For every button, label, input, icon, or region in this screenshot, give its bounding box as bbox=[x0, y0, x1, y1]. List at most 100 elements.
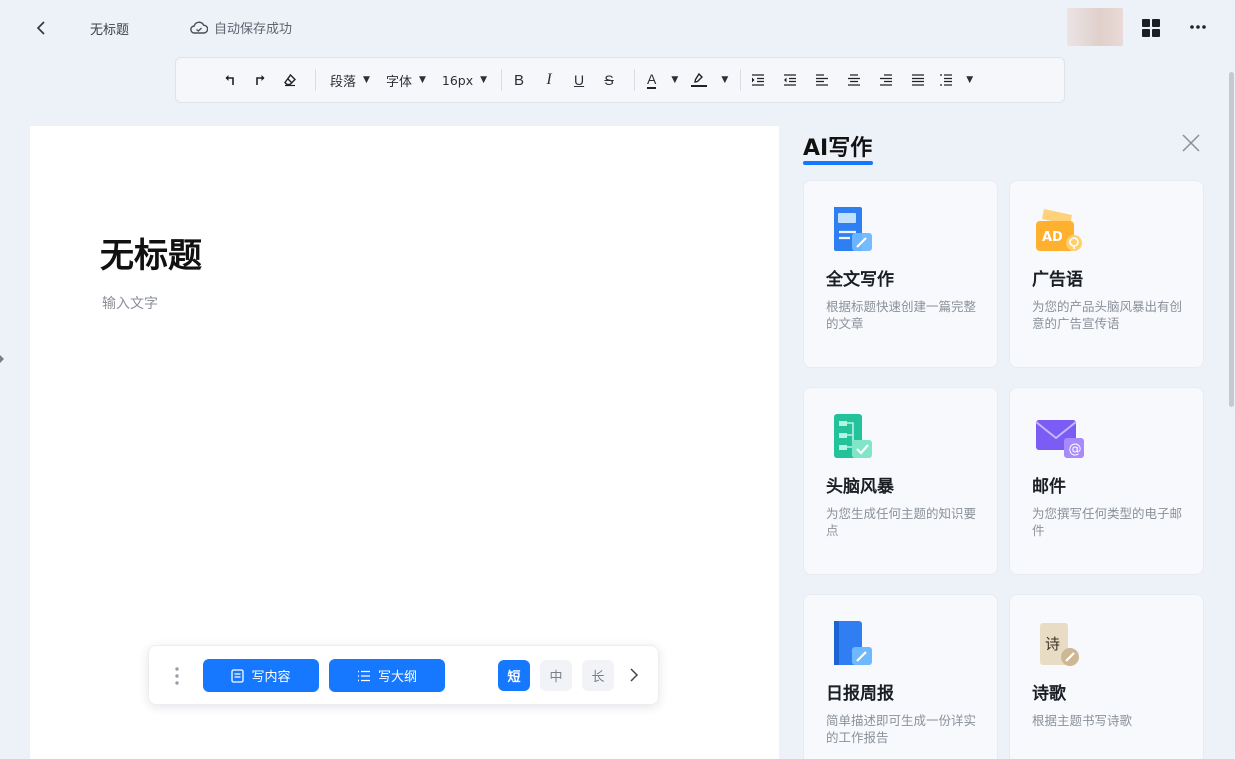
clear-format-button[interactable] bbox=[279, 66, 301, 94]
caret-down-icon: ▼ bbox=[363, 75, 370, 85]
ai-card-full-article[interactable]: 全文写作 根据标题快速创建一篇完整的文章 bbox=[803, 180, 998, 368]
card-description: 为您的产品头脑风暴出有创意的广告宣传语 bbox=[1032, 299, 1183, 331]
align-justify-icon bbox=[912, 74, 925, 86]
caret-down-icon: ▼ bbox=[418, 75, 426, 85]
ai-assist-bar: 写内容 写大纲 短 中 长 bbox=[148, 645, 659, 705]
length-short-button[interactable]: 短 bbox=[498, 660, 530, 691]
poem-scroll-icon: 诗 bbox=[1040, 623, 1079, 666]
toolbar-divider bbox=[501, 69, 503, 91]
ai-card-brainstorm[interactable]: 头脑风暴 为您生成任何主题的知识要点 bbox=[803, 387, 998, 575]
redo-button[interactable] bbox=[249, 66, 271, 94]
caret-down-icon: ▼ bbox=[721, 75, 729, 85]
grid-icon bbox=[1142, 19, 1160, 37]
align-center-icon bbox=[848, 74, 861, 86]
chevron-right-icon bbox=[630, 668, 639, 682]
document-name[interactable]: 无标题 bbox=[90, 19, 129, 38]
outdent-button[interactable] bbox=[779, 66, 801, 94]
align-left-button[interactable] bbox=[811, 66, 833, 94]
italic-button[interactable]: I bbox=[538, 66, 560, 94]
align-right-icon bbox=[880, 74, 893, 86]
highlighter-icon bbox=[691, 72, 708, 87]
vertical-dots-icon bbox=[175, 667, 179, 685]
card-description: 为您生成任何主题的知识要点 bbox=[826, 506, 977, 538]
collapse-handle-icon[interactable] bbox=[0, 355, 4, 363]
font-size-select[interactable]: 16px ▼ bbox=[442, 66, 487, 94]
underline-label: U bbox=[573, 72, 585, 88]
length-long-button[interactable]: 长 bbox=[582, 660, 614, 691]
eraser-icon bbox=[284, 73, 296, 87]
highlight-color-select[interactable]: ▼ bbox=[690, 66, 728, 94]
document-icon bbox=[231, 668, 245, 683]
save-status: 自动保存成功 bbox=[190, 18, 292, 37]
font-select[interactable]: 字体 ▼ bbox=[386, 66, 426, 94]
caret-down-icon: ▼ bbox=[671, 75, 679, 85]
length-medium-button[interactable]: 中 bbox=[540, 660, 572, 691]
card-title: 头脑风暴 bbox=[826, 477, 894, 497]
ai-card-report[interactable]: 日报周报 简单描述即可生成一份详实的工作报告 bbox=[803, 594, 998, 759]
apps-button[interactable] bbox=[1141, 18, 1161, 38]
card-title: 邮件 bbox=[1032, 477, 1066, 497]
card-title: 广告语 bbox=[1032, 270, 1083, 290]
svg-text:@: @ bbox=[1069, 442, 1082, 457]
caret-down-icon: ▼ bbox=[480, 75, 488, 85]
close-panel-button[interactable] bbox=[1181, 133, 1201, 153]
card-description: 根据主题书写诗歌 bbox=[1032, 713, 1133, 728]
write-outline-button[interactable]: 写大纲 bbox=[329, 659, 445, 692]
card-description: 简单描述即可生成一份详实的工作报告 bbox=[826, 713, 977, 745]
indent-icon bbox=[752, 74, 765, 86]
back-button[interactable] bbox=[30, 16, 52, 40]
avatar[interactable] bbox=[1067, 8, 1123, 46]
ai-card-email[interactable]: @ 邮件 为您撰写任何类型的电子邮件 bbox=[1009, 387, 1204, 575]
bold-button[interactable]: B bbox=[508, 66, 530, 94]
undo-button[interactable] bbox=[219, 66, 241, 94]
panel-title: AI写作 bbox=[803, 136, 873, 161]
font-size-label: 16px bbox=[441, 72, 474, 88]
italic-label: I bbox=[546, 71, 552, 88]
card-description: 根据标题快速创建一篇完整的文章 bbox=[826, 299, 977, 331]
line-spacing-select[interactable]: ▼ bbox=[939, 66, 973, 94]
card-title: 诗歌 bbox=[1032, 684, 1066, 704]
font-label: 字体 bbox=[385, 74, 412, 90]
strikethrough-button[interactable]: S bbox=[598, 66, 620, 94]
font-color-select[interactable]: A ▼ bbox=[647, 66, 678, 94]
align-right-button[interactable] bbox=[875, 66, 897, 94]
bold-label: B bbox=[514, 71, 525, 89]
format-toolbar: 段落 ▼ 字体 ▼ 16px ▼ B I U S A ▼ ▼ ▼ bbox=[175, 57, 1065, 103]
underline-button[interactable]: U bbox=[568, 66, 590, 94]
more-dots-icon bbox=[1190, 25, 1206, 29]
more-button[interactable] bbox=[1187, 16, 1209, 38]
length-medium-label: 中 bbox=[549, 670, 563, 685]
ai-card-poetry[interactable]: 诗 诗歌 根据主题书写诗歌 bbox=[1009, 594, 1204, 759]
write-content-label: 写内容 bbox=[251, 670, 291, 685]
scrollbar-thumb[interactable] bbox=[1229, 72, 1234, 407]
chevron-left-icon bbox=[36, 21, 45, 35]
line-spacing-icon bbox=[940, 74, 953, 86]
ad-icon: AD bbox=[1036, 209, 1082, 251]
drag-handle[interactable] bbox=[172, 664, 182, 688]
document-edit-icon bbox=[834, 207, 872, 251]
ai-card-slogan[interactable]: AD 广告语 为您的产品头脑风暴出有创意的广告宣传语 bbox=[1009, 180, 1204, 368]
card-title: 全文写作 bbox=[826, 270, 894, 290]
document-body-placeholder[interactable]: 输入文字 bbox=[102, 293, 158, 313]
report-book-icon bbox=[834, 621, 872, 665]
paragraph-select[interactable]: 段落 ▼ bbox=[330, 66, 370, 94]
list-icon bbox=[357, 670, 370, 681]
align-center-button[interactable] bbox=[843, 66, 865, 94]
toolbar-divider bbox=[740, 69, 742, 91]
svg-text:AD: AD bbox=[1042, 230, 1063, 245]
card-description: 为您撰写任何类型的电子邮件 bbox=[1032, 506, 1183, 538]
document-title[interactable]: 无标题 bbox=[100, 228, 202, 277]
strikethrough-label: S bbox=[604, 72, 614, 88]
redo-icon bbox=[256, 75, 265, 85]
undo-icon bbox=[225, 75, 234, 85]
top-bar: 无标题 自动保存成功 bbox=[0, 0, 1235, 56]
align-left-icon bbox=[816, 74, 829, 86]
toolbar-divider bbox=[634, 69, 636, 91]
indent-button[interactable] bbox=[747, 66, 769, 94]
caret-down-icon: ▼ bbox=[966, 75, 974, 85]
next-button[interactable] bbox=[627, 666, 641, 684]
toolbar-divider bbox=[315, 69, 316, 91]
write-content-button[interactable]: 写内容 bbox=[203, 659, 319, 692]
write-outline-label: 写大纲 bbox=[377, 670, 417, 685]
justify-button[interactable] bbox=[907, 66, 929, 94]
